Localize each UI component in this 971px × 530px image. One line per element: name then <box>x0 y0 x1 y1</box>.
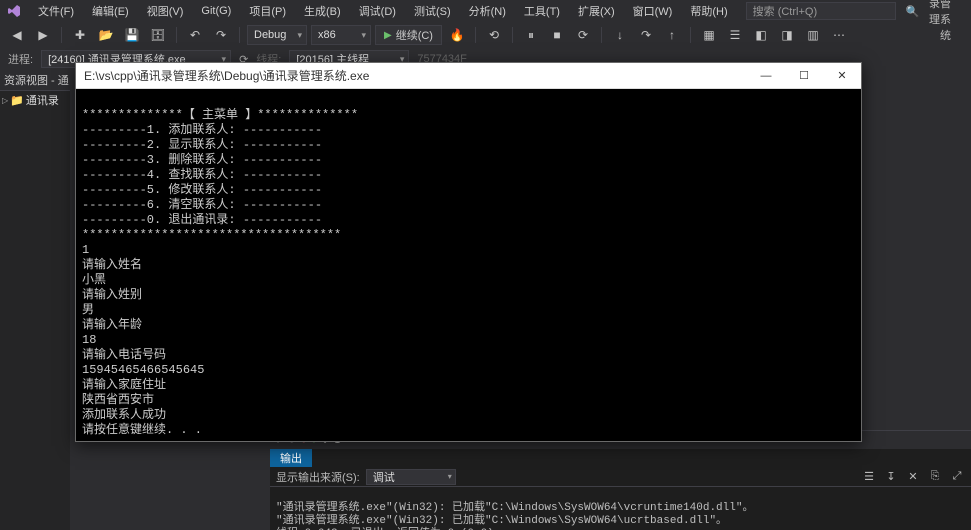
menu-window[interactable]: 窗口(W) <box>625 1 681 21</box>
main-toolbar: ◀ ▶ ✚ 📂 💾 🗄 ↶ ↷ Debug x86 ▶ 继续(C) 🔥 ⟲ ⏸ … <box>0 22 971 48</box>
console-line: 15945465466545645 <box>82 363 204 377</box>
process-label: 进程: <box>8 51 33 67</box>
menu-edit[interactable]: 编辑(E) <box>84 1 137 21</box>
menu-build[interactable]: 生成(B) <box>296 1 349 21</box>
solution-name: 通讯录管理系统 <box>922 0 965 43</box>
platform-combo[interactable]: x86 <box>311 25 371 45</box>
resource-view-panel: 资源视图 - 通 ▷ 📁 通讯录 <box>0 70 70 530</box>
save-icon[interactable]: 💾 <box>121 25 143 45</box>
play-icon: ▶ <box>384 30 392 41</box>
step-out-icon[interactable]: ↑ <box>661 25 683 45</box>
step-into-icon[interactable]: ↓ <box>609 25 631 45</box>
misc-icon-1[interactable]: ▦ <box>698 25 720 45</box>
new-file-icon[interactable]: ✚ <box>69 25 91 45</box>
tree-root-item[interactable]: ▷ 📁 通讯录 <box>2 93 68 109</box>
console-window: E:\vs\cpp\通讯录管理系统\Debug\通讯录管理系统.exe — ☐ … <box>75 62 862 442</box>
search-icon[interactable]: 🔍 <box>906 5 920 18</box>
console-line: ---------3. 删除联系人: ----------- <box>82 153 322 167</box>
output-icon-1[interactable]: ☰ <box>861 470 877 483</box>
output-icon-5[interactable]: ⤢ <box>949 470 965 483</box>
menu-view[interactable]: 视图(V) <box>139 1 192 21</box>
console-line: ---------6. 清空联系人: ----------- <box>82 198 322 212</box>
output-tab[interactable]: 输出 <box>270 449 312 467</box>
output-source-combo[interactable]: 调试 <box>366 469 456 485</box>
console-line: 请输入姓名 <box>82 258 142 272</box>
menu-test[interactable]: 测试(S) <box>406 1 459 21</box>
menu-analyze[interactable]: 分析(N) <box>461 1 514 21</box>
console-line: ---------1. 添加联系人: ----------- <box>82 123 322 137</box>
project-icon: 📁 <box>10 93 24 109</box>
console-line: **************【 主菜单 】************** <box>82 108 358 122</box>
hot-reload-icon[interactable]: 🔥 <box>446 25 468 45</box>
search-input[interactable]: 搜索 (Ctrl+Q) <box>746 2 896 20</box>
console-line: ************************************ <box>82 228 341 242</box>
output-header: 显示输出来源(S): 调试 ☰ ↧ ✕ ⎘ ⤢ <box>270 467 971 487</box>
menu-project[interactable]: 项目(P) <box>241 1 294 21</box>
output-panel: ↗ ⟳ ● ● ↧ ↥ 输出 显示输出来源(S): 调试 ☰ ↧ ✕ ⎘ ⤢ "… <box>270 430 971 530</box>
console-line: 陕西省西安市 <box>82 393 154 407</box>
console-line: ---------2. 显示联系人: ----------- <box>82 138 322 152</box>
menu-ext[interactable]: 扩展(X) <box>570 1 623 21</box>
console-titlebar[interactable]: E:\vs\cpp\通讯录管理系统\Debug\通讯录管理系统.exe — ☐ … <box>76 63 861 89</box>
output-icon-4[interactable]: ⎘ <box>927 470 943 483</box>
console-line: ---------0. 退出通讯录: ----------- <box>82 213 322 227</box>
console-line: 请输入姓别 <box>82 288 142 302</box>
console-line: ---------4. 查找联系人: ----------- <box>82 168 322 182</box>
misc-icon-5[interactable]: ▥ <box>802 25 824 45</box>
minimize-button[interactable]: — <box>747 63 785 89</box>
continue-label: 继续(C) <box>396 27 433 43</box>
nav-fwd-icon[interactable]: ▶ <box>32 25 54 45</box>
output-body[interactable]: "通讯录管理系统.exe"(Win32): 已加载"C:\Windows\Sys… <box>270 487 971 530</box>
redo-icon[interactable]: ↷ <box>210 25 232 45</box>
restart-icon[interactable]: ⟳ <box>572 25 594 45</box>
undo-icon[interactable]: ↶ <box>184 25 206 45</box>
output-source-label: 显示输出来源(S): <box>276 469 360 485</box>
menu-help[interactable]: 帮助(H) <box>682 1 735 21</box>
console-line: 添加联系人成功 <box>82 408 166 422</box>
pause-icon[interactable]: ⏸ <box>520 25 542 45</box>
refresh-icon[interactable]: ⟲ <box>483 25 505 45</box>
misc-icon-3[interactable]: ◧ <box>750 25 772 45</box>
maximize-button[interactable]: ☐ <box>785 63 823 89</box>
output-line: "通讯录管理系统.exe"(Win32): 已加载"C:\Windows\Sys… <box>276 515 727 527</box>
output-line: "通讯录管理系统.exe"(Win32): 已加载"C:\Windows\Sys… <box>276 502 753 514</box>
console-line: 请输入电话号码 <box>82 348 166 362</box>
console-line: 小黑 <box>82 273 106 287</box>
console-line: 1 <box>82 243 89 257</box>
console-line: 18 <box>82 333 96 347</box>
misc-icon-4[interactable]: ◨ <box>776 25 798 45</box>
open-icon[interactable]: 📂 <box>95 25 117 45</box>
misc-icon-6[interactable]: ⋯ <box>828 25 850 45</box>
expand-icon[interactable]: ▷ <box>2 93 8 109</box>
console-line: 男 <box>82 303 94 317</box>
output-icon-2[interactable]: ↧ <box>883 470 899 483</box>
console-line: 请输入家庭住址 <box>82 378 166 392</box>
menu-bar: 文件(F) 编辑(E) 视图(V) Git(G) 项目(P) 生成(B) 调试(… <box>0 0 971 22</box>
menu-git[interactable]: Git(G) <box>193 3 239 19</box>
vs-logo <box>6 3 22 19</box>
stop-icon[interactable]: ■ <box>546 25 568 45</box>
resource-view-header: 资源视图 - 通 <box>0 70 70 91</box>
step-over-icon[interactable]: ↷ <box>635 25 657 45</box>
menu-file[interactable]: 文件(F) <box>30 1 82 21</box>
continue-button[interactable]: ▶ 继续(C) <box>375 25 442 45</box>
config-combo[interactable]: Debug <box>247 25 307 45</box>
nav-back-icon[interactable]: ◀ <box>6 25 28 45</box>
output-icon-3[interactable]: ✕ <box>905 470 921 483</box>
save-all-icon[interactable]: 🗄 <box>147 25 169 45</box>
console-title-text: E:\vs\cpp\通讯录管理系统\Debug\通讯录管理系统.exe <box>84 67 369 84</box>
close-button[interactable]: ✕ <box>823 63 861 89</box>
console-line: 请输入年龄 <box>82 318 142 332</box>
menu-debug[interactable]: 调试(D) <box>351 1 404 21</box>
menu-tools[interactable]: 工具(T) <box>516 1 568 21</box>
tree-root-label: 通讯录 <box>26 93 59 109</box>
misc-icon-2[interactable]: ☰ <box>724 25 746 45</box>
console-line: ---------5. 修改联系人: ----------- <box>82 183 322 197</box>
console-body[interactable]: **************【 主菜单 】************** ----… <box>76 89 861 441</box>
console-line: 请按任意键继续. . . <box>82 423 202 437</box>
